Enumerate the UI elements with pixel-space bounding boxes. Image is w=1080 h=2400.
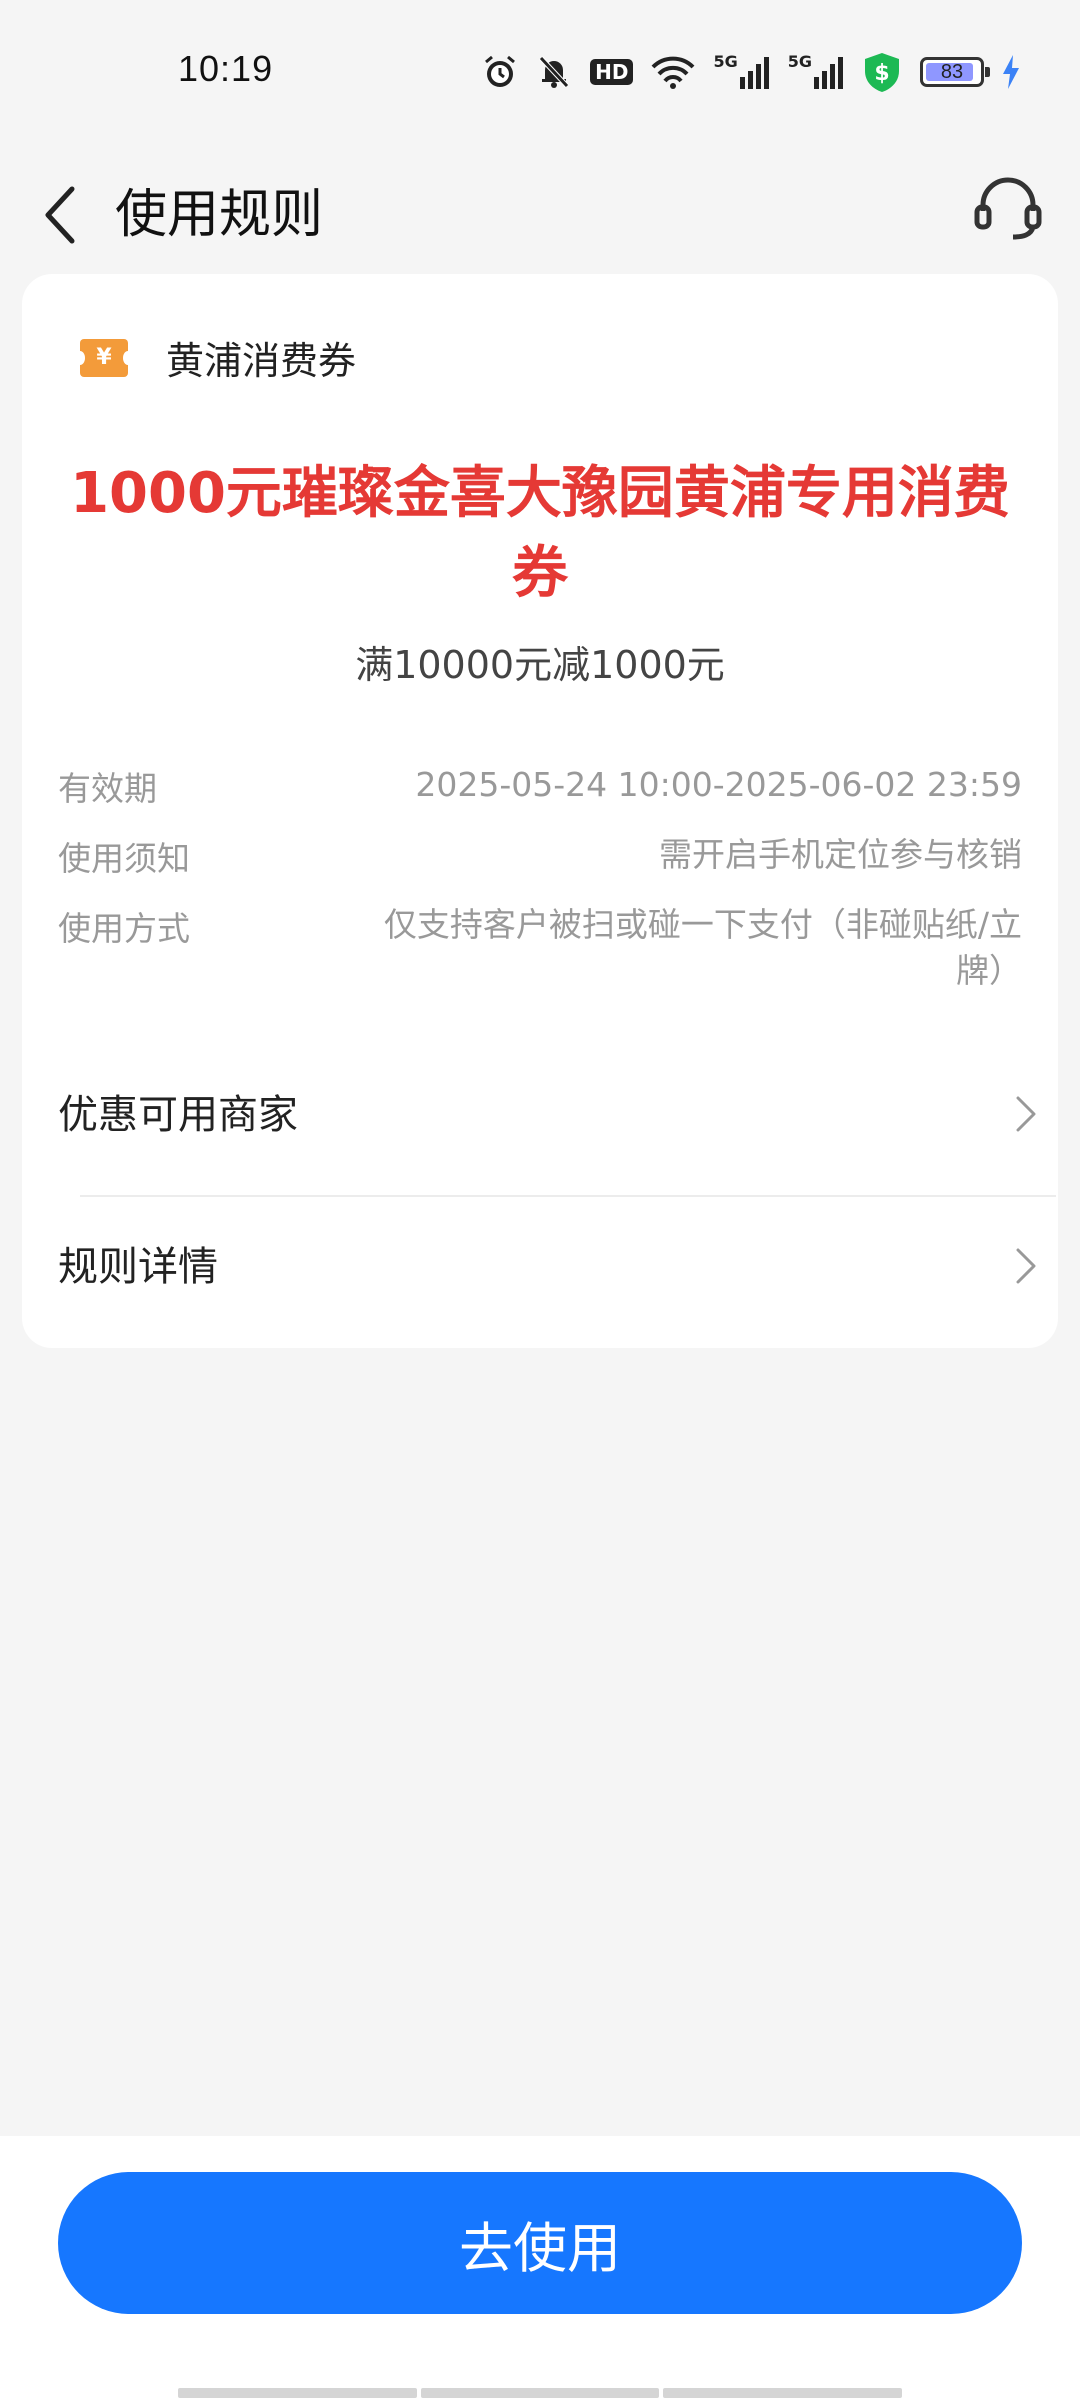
detail-value: 仅支持客户被扫或碰一下支付（非碰贴纸/立牌） (383, 905, 1022, 990)
detail-label: 有效期 (58, 769, 157, 808)
customer-service-button[interactable] (968, 168, 1048, 248)
use-coupon-button[interactable]: 去使用 (58, 2172, 1022, 2314)
security-shield-icon: $ (862, 52, 902, 92)
nav-row-label: 规则详情 (58, 1244, 218, 1290)
coupon-ticket-icon: ¥ (75, 338, 133, 377)
chevron-left-icon (45, 186, 75, 244)
wifi-icon (651, 52, 695, 92)
coupon-title: 1000元璀璨金喜大豫园黄浦专用消费券 (70, 461, 1010, 606)
gesture-bar[interactable] (178, 2388, 903, 2398)
headset-icon (974, 177, 1042, 240)
coupon-category: 黄浦消费券 (166, 339, 357, 383)
page-title: 使用规则 (115, 185, 324, 245)
coupon-condition: 满10000元减1000元 (355, 643, 725, 687)
detail-label: 使用方式 (58, 909, 190, 948)
chevron-right-icon (1016, 1248, 1036, 1284)
charging-bolt-icon (1002, 52, 1020, 92)
coupon-card: ¥ 黄浦消费券 1000元璀璨金喜大豫园黄浦专用消费券 满10000元减1000… (22, 274, 1058, 1348)
mute-bell-icon (536, 52, 572, 92)
detail-value: 2025-05-24 10:00-2025-06-02 23:59 (415, 765, 1022, 804)
signal-5g-icon: 5G (713, 52, 769, 92)
chevron-right-icon (1016, 1096, 1036, 1132)
available-merchants-link[interactable]: 优惠可用商家 (58, 1046, 1056, 1176)
rule-details-link[interactable]: 规则详情 (58, 1198, 1056, 1328)
status-time: 10:19 (178, 48, 274, 89)
bottom-action-bar: 去使用 (0, 2136, 1080, 2400)
battery-icon: 83 (920, 52, 990, 92)
svg-text:$: $ (874, 61, 889, 86)
divider (80, 1195, 1056, 1197)
nav-row-label: 优惠可用商家 (58, 1092, 298, 1138)
back-button[interactable] (30, 175, 90, 255)
hd-voice-icon: HD (590, 52, 634, 92)
status-bar: 10:19 HD 5G 5G $ 83 (0, 0, 1080, 140)
detail-value: 需开启手机定位参与核销 (659, 835, 1022, 874)
alarm-icon (482, 52, 518, 92)
detail-label: 使用须知 (58, 839, 190, 878)
signal-5g-icon-2: 5G (788, 52, 844, 92)
coupon-header: ¥ 黄浦消费券 (75, 330, 357, 385)
status-icons: HD 5G 5G $ 83 (482, 50, 1020, 94)
